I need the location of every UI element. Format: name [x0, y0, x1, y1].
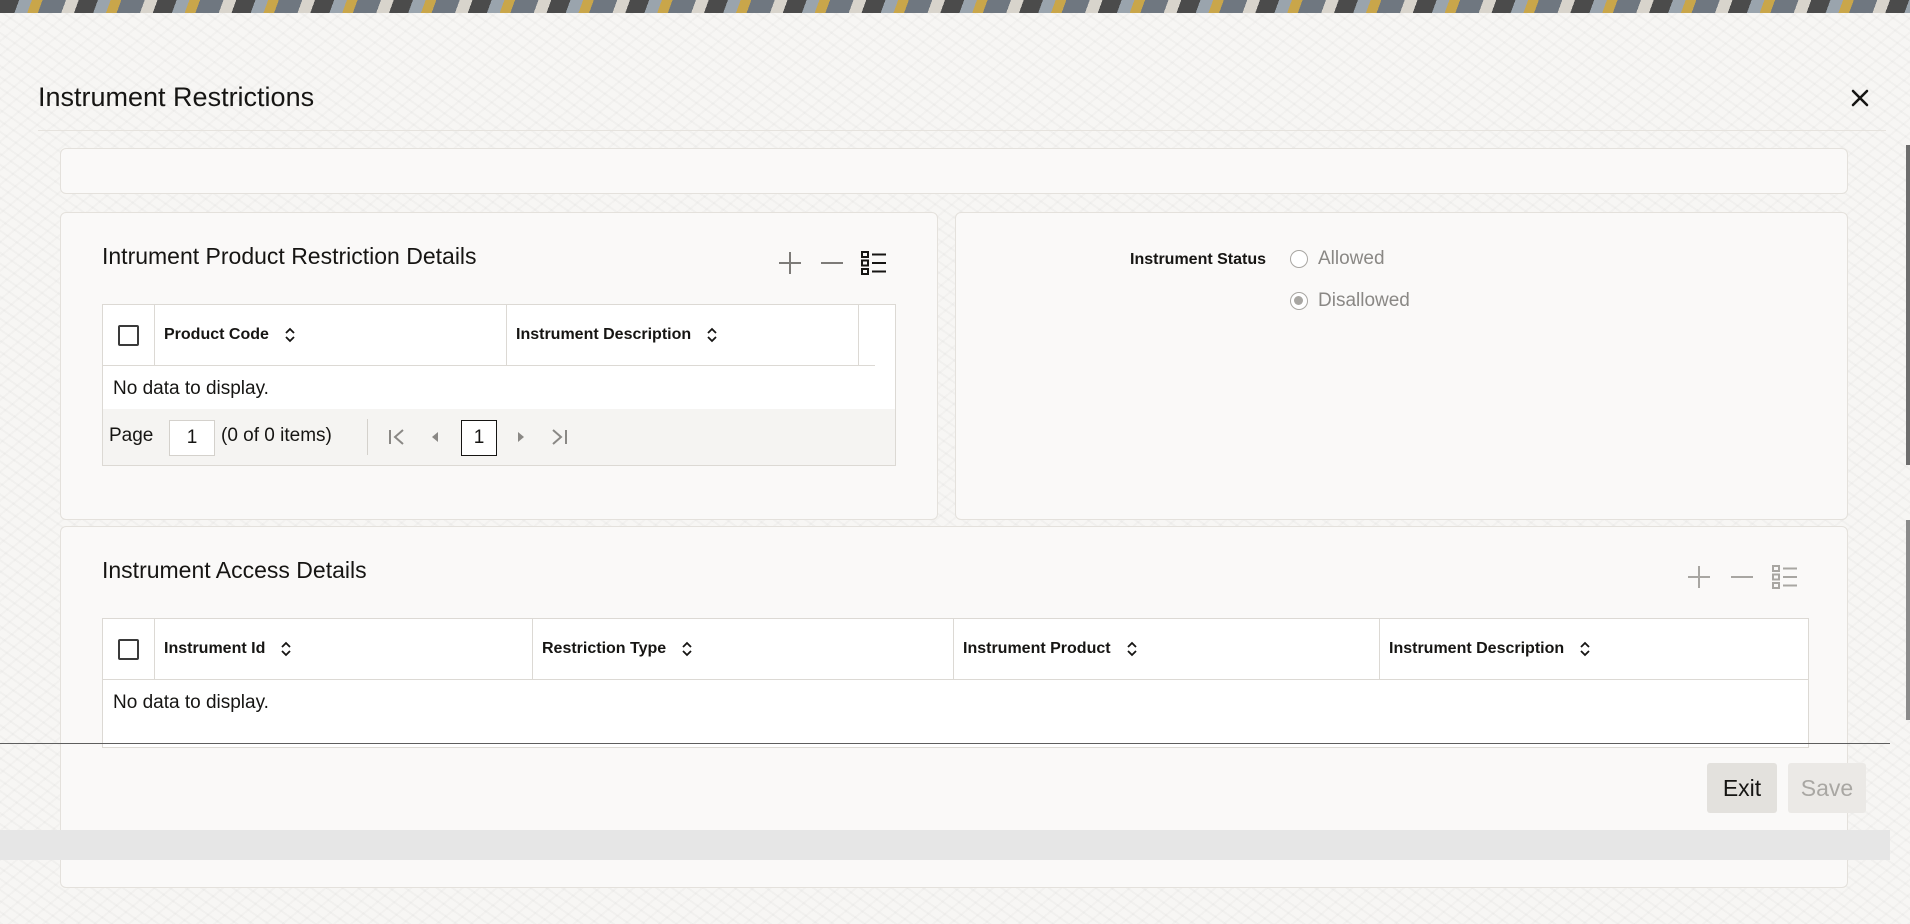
- column-label: Instrument Product: [963, 640, 1111, 657]
- pager-divider: [367, 419, 368, 455]
- radio-disallowed[interactable]: Disallowed: [1290, 290, 1410, 312]
- radio-allowed[interactable]: Allowed: [1290, 248, 1385, 270]
- column-label: Instrument Id: [164, 640, 266, 657]
- column-header-instrument-id[interactable]: Instrument Id: [154, 619, 533, 679]
- last-page-icon[interactable]: [547, 425, 571, 449]
- grid-header: Product Code Instrument Description: [103, 305, 875, 366]
- save-button[interactable]: Save: [1788, 763, 1866, 813]
- current-page-button[interactable]: 1: [461, 420, 497, 456]
- vertical-scrollbar-lower[interactable]: [1906, 520, 1910, 720]
- next-page-icon[interactable]: [509, 425, 533, 449]
- prev-page-icon[interactable]: [423, 425, 447, 449]
- select-all-cell: [103, 619, 155, 679]
- close-icon[interactable]: [1846, 84, 1874, 112]
- product-restriction-title: Intrument Product Restriction Details: [102, 243, 477, 269]
- list-columns-icon[interactable]: [1770, 562, 1800, 592]
- list-columns-icon[interactable]: [859, 248, 889, 278]
- select-all-checkbox[interactable]: [118, 639, 139, 660]
- minus-icon[interactable]: [1727, 562, 1757, 592]
- column-header-instrument-description[interactable]: Instrument Description: [1379, 619, 1807, 679]
- empty-message: No data to display.: [113, 692, 269, 713]
- column-header-instrument-description[interactable]: Instrument Description: [506, 305, 859, 365]
- sort-updown-icon[interactable]: [283, 326, 297, 344]
- sort-updown-icon[interactable]: [1578, 640, 1592, 658]
- sort-updown-icon[interactable]: [680, 640, 694, 658]
- radio-label: Disallowed: [1318, 290, 1410, 311]
- product-restriction-grid: Product Code Instrument Description No d…: [102, 304, 896, 466]
- sort-updown-icon[interactable]: [705, 326, 719, 344]
- pagination-bar: Page 1 (0 of 0 items) 1: [103, 409, 895, 465]
- select-all-checkbox[interactable]: [118, 325, 139, 346]
- column-label: Instrument Description: [1389, 640, 1565, 657]
- product-restriction-panel: Intrument Product Restriction Details Pr…: [60, 212, 938, 520]
- column-header-restriction-type[interactable]: Restriction Type: [532, 619, 954, 679]
- instrument-status-label: Instrument Status: [1130, 251, 1267, 268]
- header-divider: [38, 130, 1886, 131]
- column-header-instrument-product[interactable]: Instrument Product: [953, 619, 1380, 679]
- radio-button[interactable]: [1290, 250, 1308, 268]
- radio-button-selected[interactable]: [1290, 292, 1308, 310]
- top-info-panel: [60, 148, 1848, 194]
- minus-icon[interactable]: [817, 248, 847, 278]
- column-header-product-code[interactable]: Product Code: [154, 305, 507, 365]
- instrument-status-panel: Instrument Status Allowed Disallowed: [955, 212, 1848, 520]
- page-label: Page: [109, 425, 154, 446]
- vertical-scrollbar[interactable]: [1906, 145, 1910, 465]
- column-label: Restriction Type: [542, 640, 667, 657]
- radio-label: Allowed: [1318, 248, 1385, 269]
- column-label: Instrument Description: [516, 326, 692, 343]
- grid-header: Instrument Id Restriction Type Instrumen…: [103, 619, 1808, 680]
- plus-icon[interactable]: [775, 248, 805, 278]
- plus-icon[interactable]: [1684, 562, 1714, 592]
- footer-status-bar: [0, 830, 1890, 860]
- access-details-title: Instrument Access Details: [102, 557, 367, 583]
- dialog-title: Instrument Restrictions: [38, 82, 315, 112]
- sort-updown-icon[interactable]: [1125, 640, 1139, 658]
- top-banner: [0, 0, 1910, 13]
- select-all-cell: [103, 305, 155, 365]
- page-number-input[interactable]: 1: [169, 420, 215, 456]
- first-page-icon[interactable]: [385, 425, 409, 449]
- items-count: (0 of 0 items): [221, 425, 332, 446]
- footer-divider: [0, 743, 1890, 744]
- access-details-grid: Instrument Id Restriction Type Instrumen…: [102, 618, 1809, 748]
- empty-message: No data to display.: [113, 378, 269, 399]
- sort-updown-icon[interactable]: [279, 640, 293, 658]
- column-label: Product Code: [164, 326, 269, 343]
- exit-button[interactable]: Exit: [1707, 763, 1777, 813]
